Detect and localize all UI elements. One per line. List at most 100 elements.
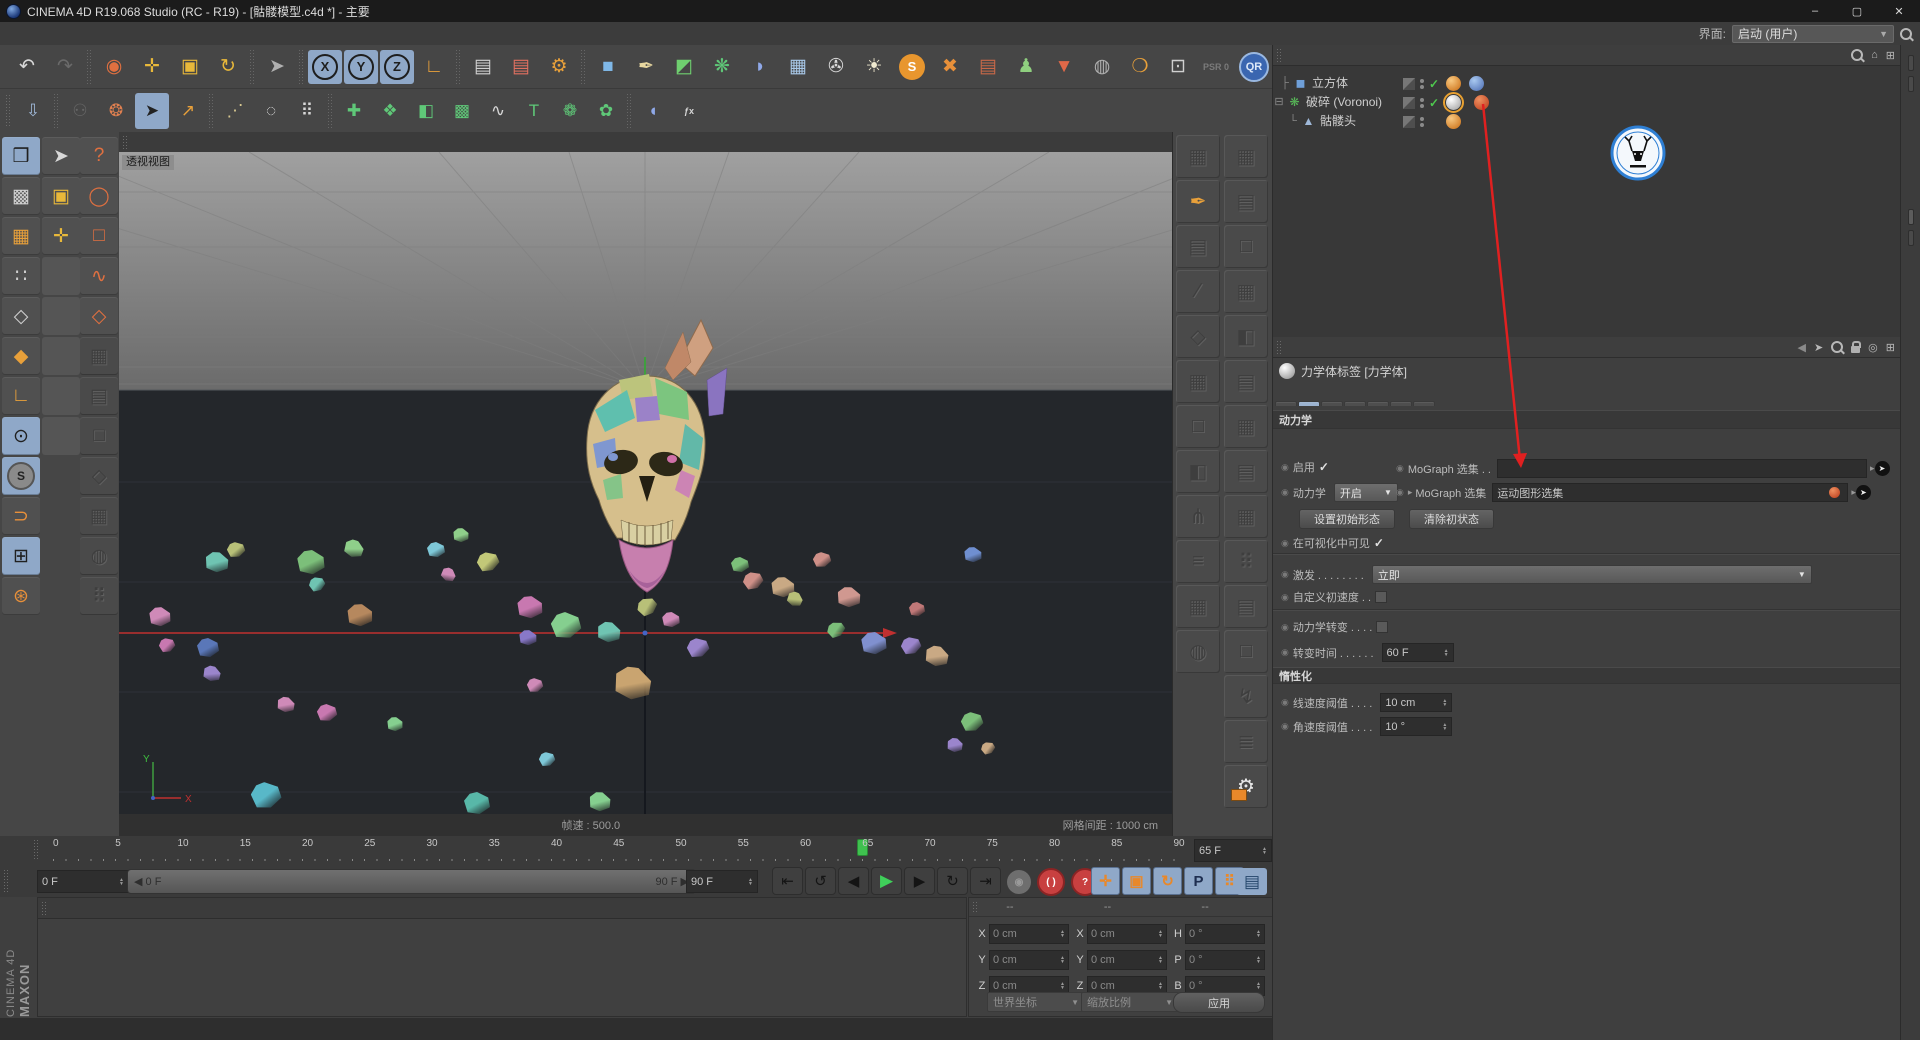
sky-button[interactable]: S	[894, 48, 930, 86]
key-parameter-button[interactable]: P	[1184, 867, 1213, 895]
transition-checkbox[interactable]	[1376, 621, 1389, 633]
interface-dropdown[interactable]: 启动 (用户) ▼	[1732, 24, 1894, 43]
clear-initial-state-button[interactable]: 清除初状态	[1409, 509, 1494, 529]
emitter-button[interactable]: ✖	[932, 48, 968, 86]
extrude-button[interactable]: ◧	[409, 93, 443, 129]
modeling-button[interactable]: ∕	[1176, 270, 1220, 313]
drag-handle[interactable]	[33, 839, 40, 861]
point-sphere-button[interactable]: ❂	[99, 93, 133, 129]
lock-x-axis-button[interactable]: X	[308, 49, 342, 84]
attribute-tab[interactable]	[1321, 401, 1343, 406]
lock-icon[interactable]	[1851, 341, 1862, 353]
modeling-button[interactable]: ▦	[1224, 405, 1268, 448]
target-icon[interactable]: ◎	[1868, 341, 1878, 354]
psr-zero-button[interactable]: PSR 0	[1198, 48, 1234, 86]
move-tool[interactable]: ✛	[42, 217, 80, 255]
palette-button[interactable]: ▦	[80, 337, 118, 375]
modeling-button[interactable]: ▤	[1224, 180, 1268, 223]
text-spline-button[interactable]: T	[517, 93, 551, 129]
preview-range-slider[interactable]: ◀ 0 F 90 F ▶	[127, 869, 696, 894]
om-search-icon[interactable]	[1851, 49, 1864, 61]
modeling-button[interactable]: □	[1176, 405, 1220, 448]
live-selection-button[interactable]: ◉	[96, 48, 132, 86]
palette-button[interactable]: ⠿	[80, 577, 118, 615]
am-search-icon[interactable]	[1831, 341, 1844, 353]
attribute-tab[interactable]	[1413, 401, 1435, 406]
spline-dots-button[interactable]: ⋰	[218, 93, 252, 129]
apply-button[interactable]: 应用	[1173, 992, 1265, 1013]
visible-checkbox[interactable]: ✓	[1374, 536, 1384, 550]
gravity-button[interactable]: ▼	[1046, 48, 1082, 86]
stepper-icon[interactable]: ▲ ▼	[748, 877, 753, 886]
coordinate-system-button[interactable]: ∟	[416, 48, 452, 86]
lock-z-axis-button[interactable]: Z	[380, 49, 414, 84]
drag-handle[interactable]	[5, 93, 12, 128]
viewport-solo-button[interactable]: ⊙	[2, 417, 40, 455]
cloner-button[interactable]: ❍	[1122, 48, 1158, 86]
coordinate-system-dropdown[interactable]: 世界坐标 ▼	[987, 992, 1085, 1012]
symmetry-button[interactable]: ❖	[373, 93, 407, 129]
circle-points-button[interactable]: ◌	[254, 93, 288, 129]
axis-mode-button[interactable]: ∟	[2, 377, 40, 415]
snap-mode-button[interactable]: S	[2, 457, 40, 495]
timeline-ruler[interactable]: 0 5 10 15 20 25 30 35 40 45 50 55 60 65 70 75 80 85 90	[45, 836, 1185, 865]
scale-mode-dropdown[interactable]: 缩放比例 ▼	[1081, 992, 1179, 1012]
minimize-button[interactable]: –	[1794, 0, 1836, 22]
visibility-dots[interactable]	[1420, 97, 1424, 108]
sculpt-button[interactable]: ◖	[636, 93, 670, 129]
object-row-skull[interactable]: └ ▲ 骷髅头	[1287, 111, 1356, 130]
xpresso-button[interactable]: ⊡	[1160, 48, 1196, 86]
attribute-tab[interactable]	[1344, 401, 1366, 406]
modeling-button[interactable]: ◧	[1176, 450, 1220, 493]
autokey-film-button[interactable]: ▤	[1237, 868, 1267, 895]
polygon-selection-tool[interactable]: ◇	[80, 297, 118, 335]
workplane-lock-button[interactable]: ⊞	[2, 537, 40, 575]
skull-model[interactable]	[561, 318, 733, 604]
render-view-button[interactable]: ▤	[465, 48, 501, 86]
palette-button[interactable]	[42, 377, 80, 415]
modeling-button[interactable]: ▦	[1176, 360, 1220, 403]
pick-object-icon[interactable]: ➤	[1855, 485, 1871, 500]
mograph-selection-tag-icon[interactable]	[1443, 92, 1464, 113]
drag-handle[interactable]	[1276, 48, 1283, 62]
motion-clip-button[interactable]: ▤	[970, 48, 1006, 86]
modeling-button[interactable]: ▤	[1224, 450, 1268, 493]
modeling-button[interactable]: □	[1224, 630, 1268, 673]
help-tool[interactable]: ?	[80, 137, 118, 175]
scale-x-field[interactable]: 0 cm ▲ ▼	[1087, 924, 1167, 944]
visibility-dots[interactable]	[1420, 116, 1424, 127]
layer-chip[interactable]	[1403, 96, 1415, 109]
subdivision-surface-button[interactable]: ◩	[666, 48, 702, 86]
position-y-field[interactable]: 0 cm ▲ ▼	[989, 950, 1069, 970]
om-panel-icon[interactable]: ⊞	[1886, 49, 1895, 62]
scale-button[interactable]: ▣	[172, 48, 208, 86]
pick-object-icon[interactable]: ➤	[1874, 461, 1890, 476]
wire-cube-button[interactable]: ▩	[445, 93, 479, 129]
custom-velocity-checkbox[interactable]	[1375, 591, 1388, 603]
palette-button[interactable]	[42, 257, 80, 295]
camera-button[interactable]: ✇	[818, 48, 854, 86]
drag-handle[interactable]	[1276, 340, 1283, 354]
tweak-selection-tool[interactable]: ➤	[42, 137, 80, 175]
key-rotation-button[interactable]: ↻	[1153, 867, 1182, 895]
modeling-button[interactable]: ▦	[1224, 270, 1268, 313]
array-generator-button[interactable]: ❋	[704, 48, 740, 86]
attribute-tab[interactable]	[1275, 401, 1297, 406]
pen-spline-button[interactable]: ✒	[628, 48, 664, 86]
modeling-button[interactable]: ◧	[1224, 315, 1268, 358]
keyframe-circle-icon[interactable]: ◉	[1281, 647, 1289, 658]
array-modeling-button[interactable]: ✚	[337, 93, 371, 129]
fx-button[interactable]: ƒx	[672, 93, 706, 129]
workplane-mode-button[interactable]: ▦	[2, 217, 40, 255]
object-name[interactable]: 破碎 (Voronoi)	[1306, 93, 1382, 110]
keyframe-circle-icon[interactable]: ◉	[1396, 487, 1404, 498]
modeling-button[interactable]: ≡	[1176, 540, 1220, 583]
palette-button[interactable]: ▦	[80, 497, 118, 535]
undo-button[interactable]: ↶	[9, 48, 45, 86]
object-row-voronoi[interactable]: ⊟ ❋ 破碎 (Voronoi)	[1273, 92, 1382, 111]
visibility-dots[interactable]	[1420, 78, 1424, 89]
render-picture-viewer-button[interactable]: ▤	[503, 48, 539, 86]
lock-y-axis-button[interactable]: Y	[344, 49, 378, 84]
rectangle-selection-tool[interactable]: □	[80, 217, 118, 255]
flower-spline-button[interactable]: ✿	[589, 93, 623, 129]
